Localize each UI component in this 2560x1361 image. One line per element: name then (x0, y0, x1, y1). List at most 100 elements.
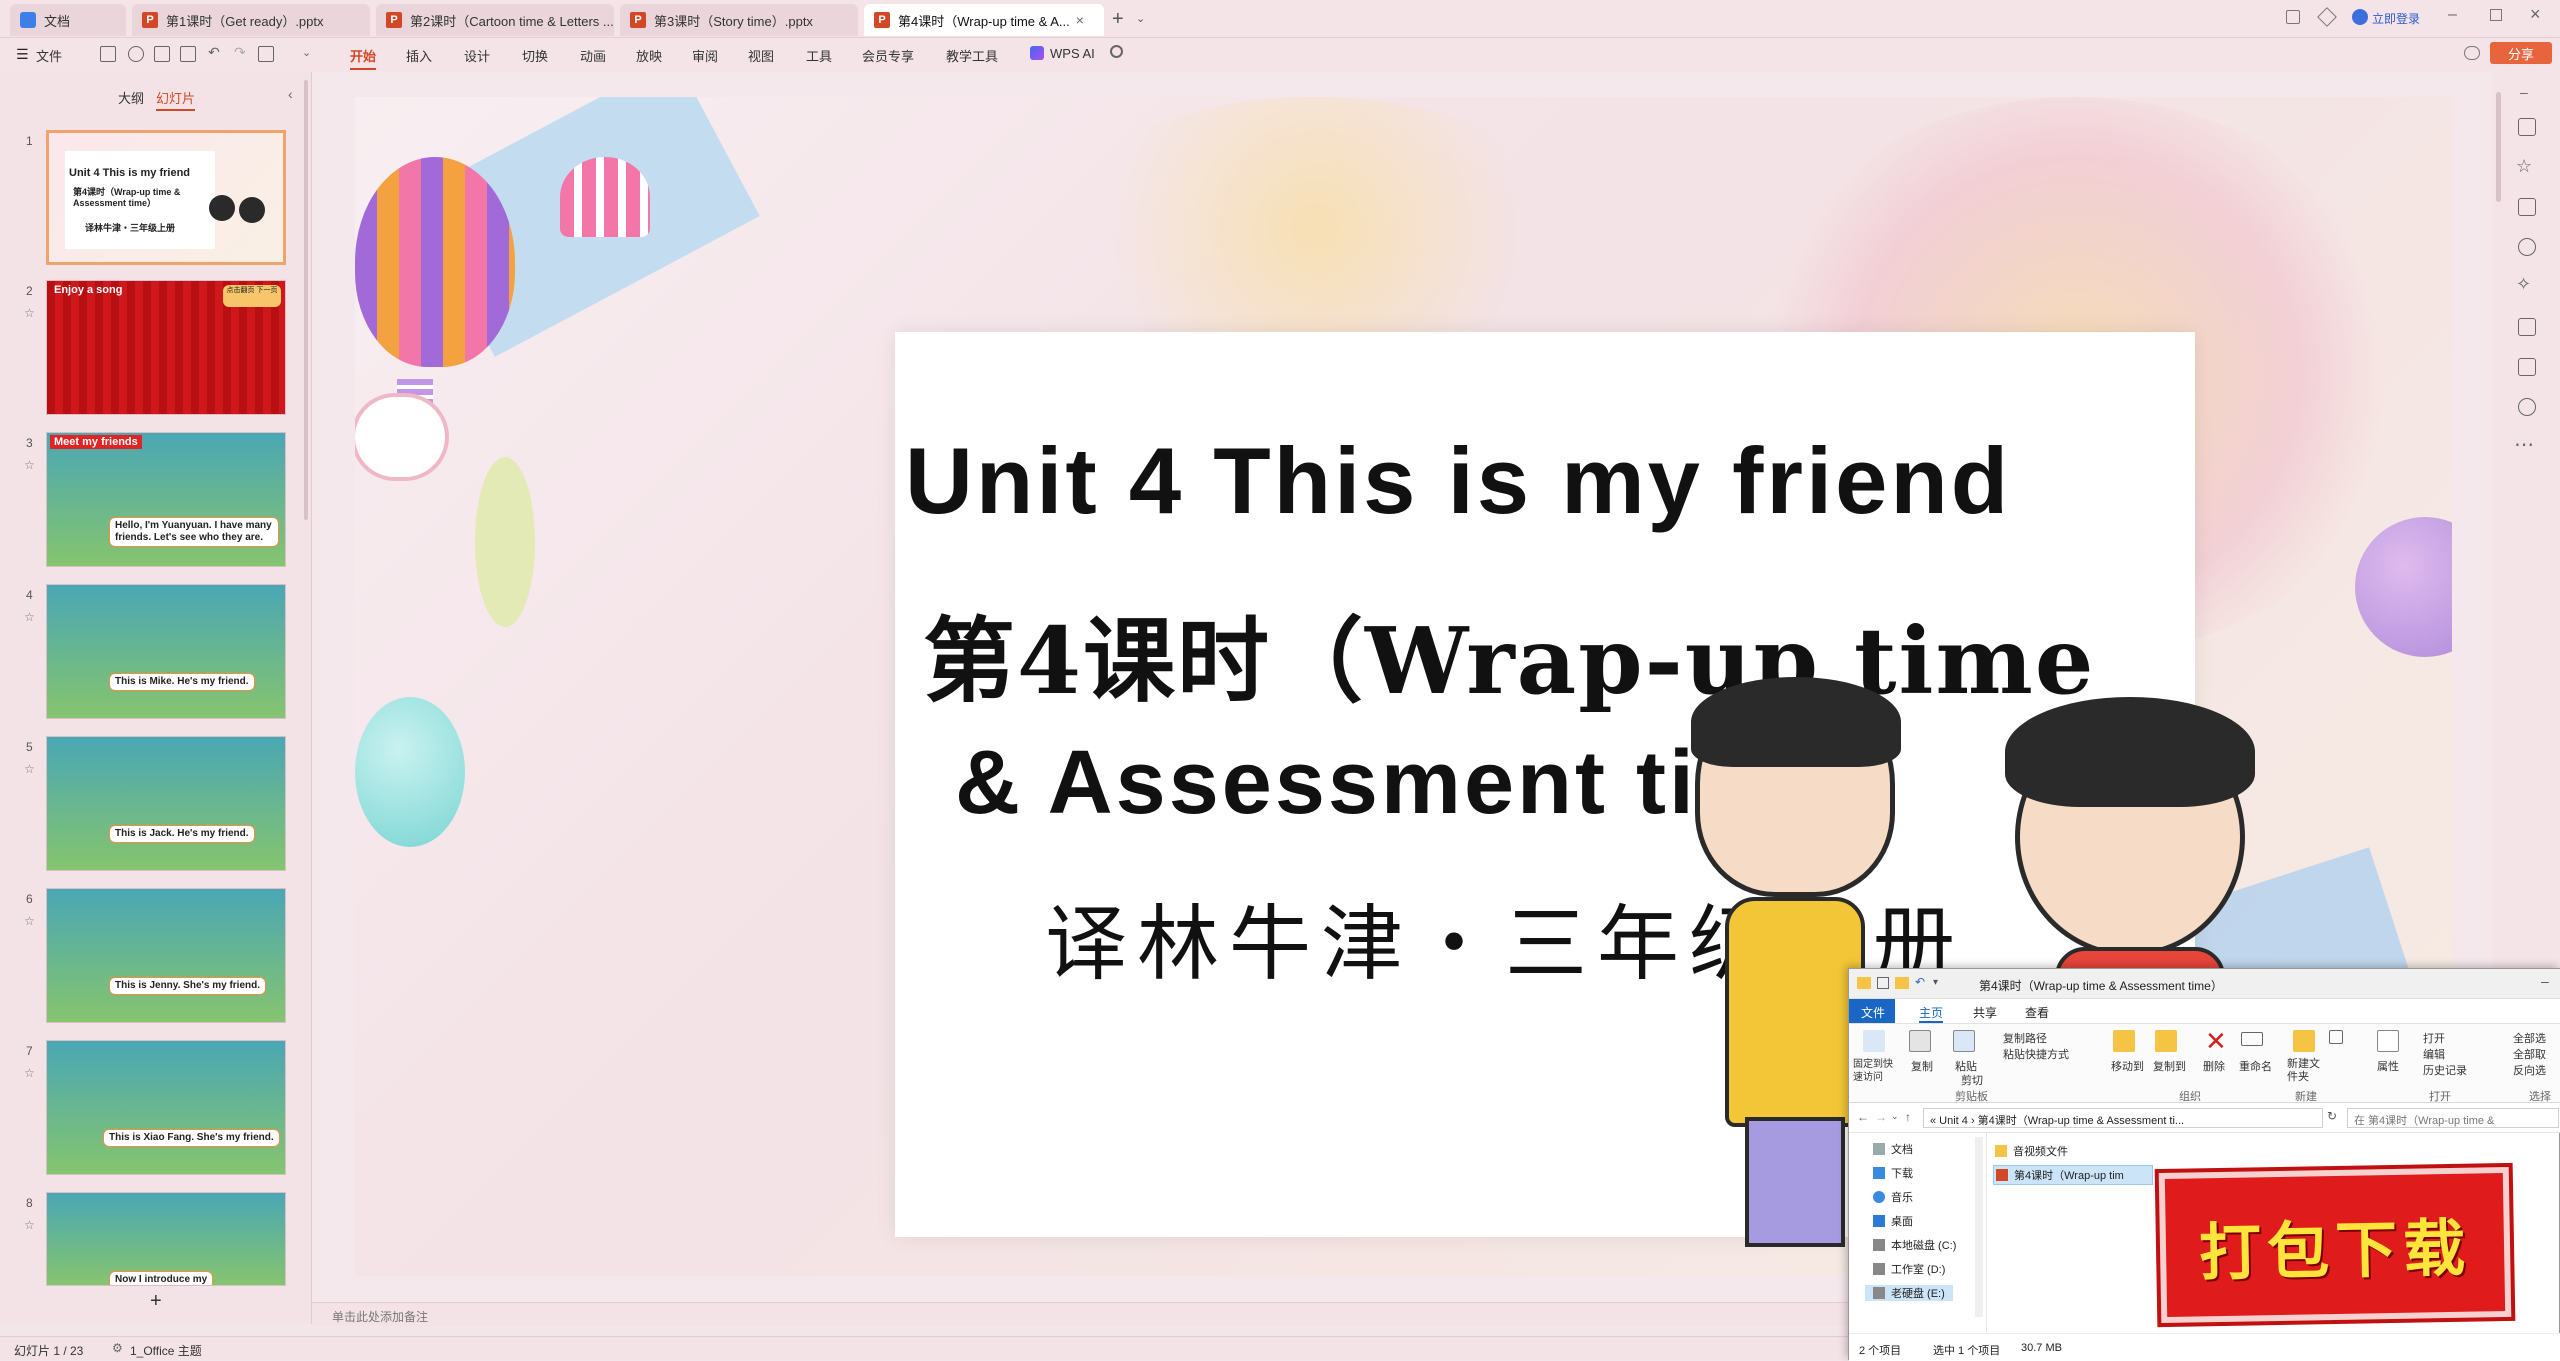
menu-animation[interactable]: 动画 (580, 46, 606, 65)
tab-lesson4[interactable]: P 第4课时（Wrap-up time & A... × (864, 4, 1104, 36)
slide-thumbnail-8[interactable]: Now I introduce my (46, 1192, 286, 1286)
export-icon[interactable] (128, 46, 144, 62)
menu-file[interactable]: 文件 (36, 46, 62, 65)
menu-member[interactable]: 会员专享 (862, 46, 914, 65)
tab-view[interactable]: 查看 (2025, 1004, 2049, 1021)
move-to-button[interactable]: 移动到 (2111, 1058, 2144, 1074)
menu-slideshow[interactable]: 放映 (636, 46, 662, 65)
tab-outline[interactable]: 大纲 (118, 88, 144, 107)
menu-home[interactable]: 开始 (350, 46, 377, 70)
help-icon[interactable] (2518, 398, 2536, 416)
nav-drive-c[interactable]: 本地磁盘 (C:) (1873, 1237, 1956, 1253)
collapse-panel-icon[interactable]: ‹ (288, 86, 293, 102)
cloud-icon[interactable] (2464, 46, 2480, 60)
select-none-button[interactable]: 全部取 (2513, 1046, 2546, 1062)
close-window-icon[interactable]: × (2530, 4, 2541, 25)
maximize-icon[interactable] (2490, 9, 2502, 21)
theme-name[interactable]: 1_Office 主题 (130, 1342, 202, 1359)
copy-to-button[interactable]: 复制到 (2153, 1058, 2186, 1074)
slide-thumbnail-1[interactable]: Unit 4 This is my friend 第4课时（Wrap-up ti… (46, 130, 286, 265)
chevron-down-icon[interactable]: ⌄ (302, 46, 311, 59)
new-tab-icon[interactable]: + (1112, 8, 1124, 31)
slide-thumbnail-3[interactable]: Meet my friends Hello, I'm Yuanyuan. I h… (46, 432, 286, 567)
window-layout-icon[interactable] (2286, 10, 2300, 24)
forward-icon[interactable]: → (1875, 1110, 1887, 1124)
cut-button[interactable]: 剪切 (1961, 1072, 1983, 1088)
undo-icon[interactable]: ↶ (1915, 975, 1925, 989)
slide-thumbnail-4[interactable]: This is Mike. He's my friend. (46, 584, 286, 719)
redo-icon[interactable]: ↷ (234, 44, 246, 61)
notes-placeholder[interactable]: 单击此处添加备注 (332, 1308, 428, 1325)
print-icon[interactable] (154, 46, 170, 62)
chevron-down-icon[interactable]: ⌄ (1891, 1111, 1899, 1122)
history-button[interactable]: 历史记录 (2423, 1062, 2467, 1078)
nav-downloads[interactable]: 下载 (1873, 1165, 1913, 1181)
slide-thumbnail-6[interactable]: This is Jenny. She's my friend. (46, 888, 286, 1023)
menu-transition[interactable]: 切换 (522, 46, 548, 65)
file-row[interactable]: 音视频文件 (1995, 1143, 2068, 1159)
nav-documents[interactable]: 文档 (1873, 1141, 1913, 1157)
back-icon[interactable]: ← (1857, 1110, 1869, 1124)
share-icon[interactable] (2518, 358, 2536, 376)
minimize-icon[interactable]: – (2448, 6, 2457, 24)
tab-slides[interactable]: 幻灯片 (156, 88, 196, 111)
copy-path-button[interactable]: 复制路径 (2003, 1030, 2047, 1046)
tab-lesson1[interactable]: P 第1课时（Get ready）.pptx (132, 4, 370, 36)
properties-icon[interactable] (1877, 977, 1889, 989)
delete-button[interactable]: 删除 (2203, 1058, 2225, 1074)
refresh-icon[interactable]: ↻ (2327, 1109, 2337, 1123)
tab-home[interactable]: 文档 (10, 4, 126, 36)
properties-button[interactable]: 属性 (2377, 1058, 2399, 1074)
file-row-selected[interactable]: 第4课时（Wrap-up tim (1993, 1165, 2153, 1185)
menu-teaching-tools[interactable]: 教学工具 (946, 46, 998, 65)
format-painter-icon[interactable] (258, 46, 274, 62)
new-item-icon[interactable] (2329, 1030, 2343, 1044)
save-icon[interactable] (100, 46, 116, 62)
avatar-icon[interactable] (2352, 9, 2368, 25)
tab-home[interactable]: 主页 (1919, 1004, 1944, 1023)
scrollbar[interactable] (2496, 92, 2501, 202)
close-icon[interactable]: × (1076, 12, 1084, 28)
nav-desktop[interactable]: 桌面 (1873, 1213, 1913, 1229)
menu-view[interactable]: 视图 (748, 46, 774, 65)
rename-button[interactable]: 重命名 (2239, 1058, 2272, 1074)
slide-thumbnail-5[interactable]: This is Jack. He's my friend. (46, 736, 286, 871)
menu-tools[interactable]: 工具 (806, 46, 832, 65)
slide-subtitle-line1[interactable]: 第4课时（Wrap-up time (923, 587, 2183, 720)
slide-thumbnail-7[interactable]: This is Xiao Fang. She's my friend. (46, 1040, 286, 1175)
preview-icon[interactable] (180, 46, 196, 62)
tab-file[interactable]: 文件 (1861, 1004, 1885, 1021)
tab-share[interactable]: 共享 (1973, 1004, 1997, 1021)
up-icon[interactable]: ↑ (1905, 1110, 1911, 1124)
open-button[interactable]: 打开 (2423, 1030, 2445, 1046)
slide-title[interactable]: Unit 4 This is my friend (905, 427, 2205, 535)
hamburger-icon[interactable]: ☰ (16, 46, 29, 63)
minus-icon[interactable]: – (2520, 84, 2528, 100)
share-button[interactable]: 分享 (2490, 42, 2552, 64)
menu-insert[interactable]: 插入 (406, 46, 432, 65)
nav-drive-d[interactable]: 工作室 (D:) (1873, 1261, 1945, 1277)
pin-button[interactable]: 固定到快速访问 (1853, 1058, 1897, 1084)
cube-icon[interactable] (2317, 7, 2337, 27)
invert-selection-button[interactable]: 反向选 (2513, 1062, 2546, 1078)
slide-thumbnail-2[interactable]: Enjoy a song 点击翻页 下一页 (46, 280, 286, 415)
scrollbar[interactable] (1975, 1137, 1983, 1317)
select-all-button[interactable]: 全部选 (2513, 1030, 2546, 1046)
add-slide-button[interactable]: + (150, 1290, 162, 1313)
nav-music[interactable]: 音乐 (1873, 1189, 1913, 1205)
minimize-icon[interactable]: – (2541, 973, 2549, 989)
download-package-button[interactable]: 打包下载 (2158, 1166, 2512, 1324)
document-icon[interactable] (2518, 318, 2536, 336)
copy-button[interactable]: 复制 (1911, 1058, 1933, 1074)
menu-wps-ai[interactable]: WPS AI (1050, 46, 1095, 61)
adjust-icon[interactable] (2518, 118, 2536, 136)
scrollbar[interactable] (304, 80, 308, 520)
login-link[interactable]: 立即登录 (2372, 10, 2420, 27)
new-folder-icon[interactable] (1895, 977, 1909, 989)
nav-drive-e[interactable]: 老硬盘 (E:) (1865, 1285, 1953, 1301)
new-folder-button[interactable]: 新建文件夹 (2287, 1058, 2327, 1084)
magic-wand-icon[interactable]: ✧ (2516, 274, 2531, 295)
menu-design[interactable]: 设计 (464, 46, 490, 65)
tab-lesson3[interactable]: P 第3课时（Story time）.pptx (620, 4, 858, 36)
tab-lesson2[interactable]: P 第2课时（Cartoon time & Letters ... (376, 4, 614, 36)
